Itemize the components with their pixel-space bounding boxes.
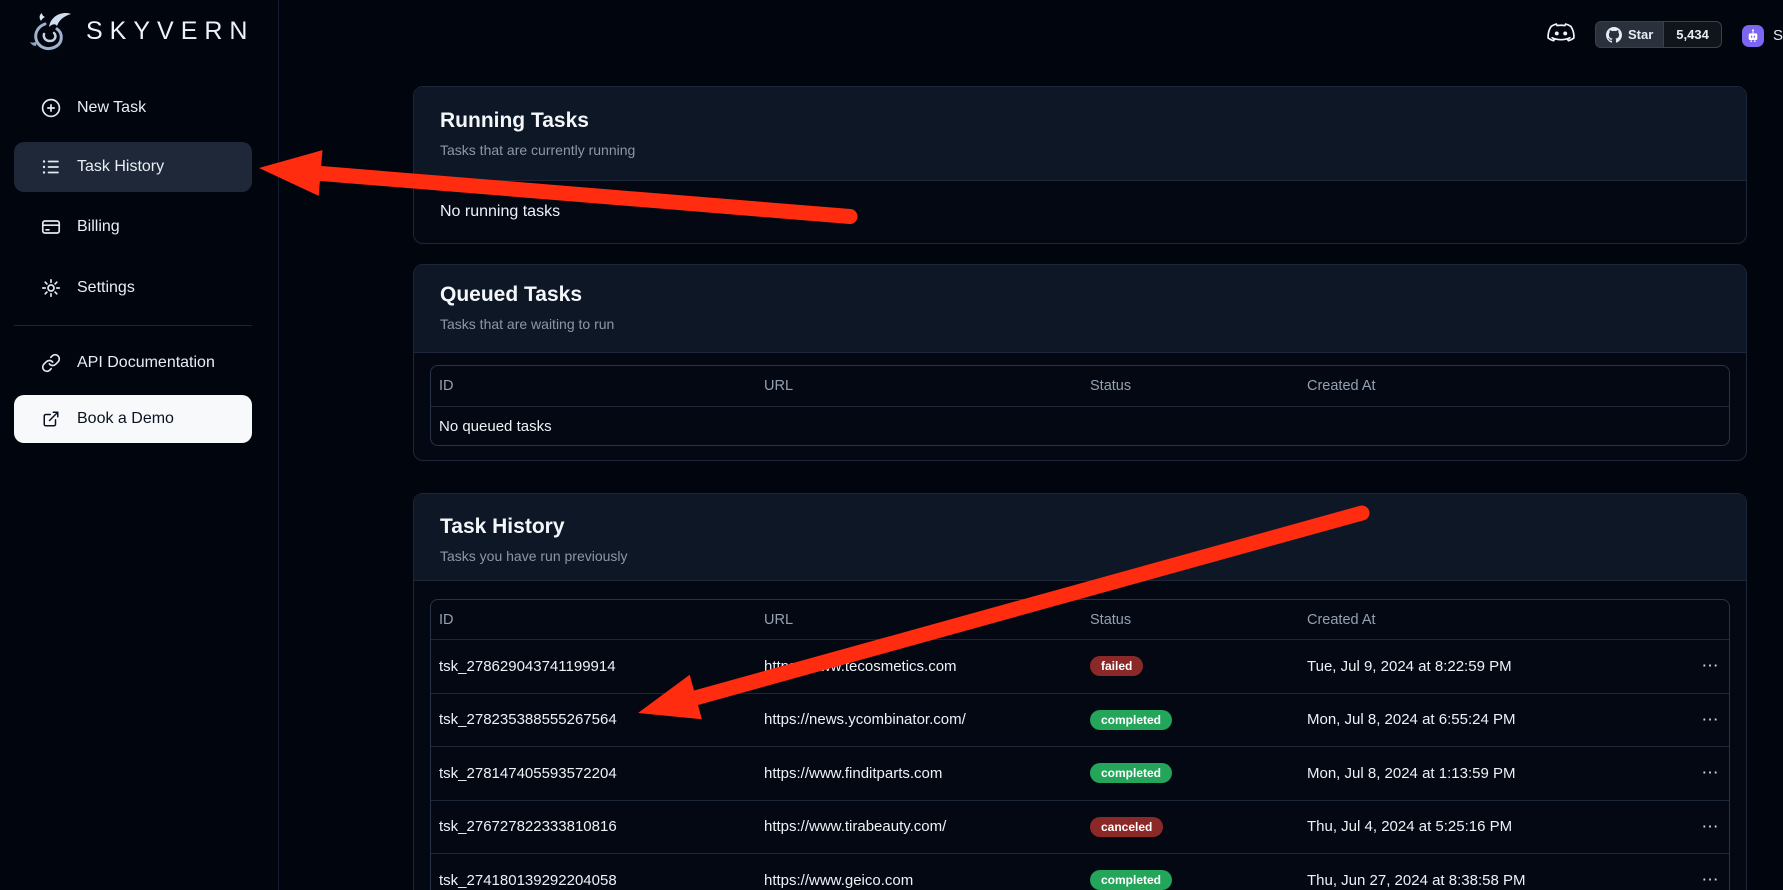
- column-header-url: URL: [764, 612, 1090, 628]
- card-title: Task History: [440, 515, 1720, 539]
- column-header-id: ID: [439, 612, 764, 628]
- running-tasks-header: Running Tasks Tasks that are currently r…: [414, 87, 1746, 181]
- gear-icon: [40, 277, 62, 299]
- sidebar-item-label: New Task: [77, 99, 146, 117]
- card-title: Queued Tasks: [440, 283, 1720, 307]
- book-demo-button[interactable]: Book a Demo: [14, 395, 252, 443]
- task-created-at: Thu, Jul 4, 2024 at 5:25:16 PM: [1307, 818, 1682, 835]
- card-description: Tasks you have run previously: [440, 548, 1720, 564]
- discord-icon: [1546, 20, 1576, 44]
- table-row[interactable]: tsk_276727822333810816 https://www.tirab…: [431, 800, 1729, 854]
- running-tasks-card: Running Tasks Tasks that are currently r…: [413, 86, 1747, 244]
- sidebar-item-label: Task History: [77, 158, 164, 176]
- brand-name: SKYVERN: [86, 17, 254, 46]
- list-icon: [40, 156, 62, 178]
- column-header-url: URL: [764, 378, 1090, 394]
- column-header-status: Status: [1090, 612, 1307, 628]
- sidebar-item-task-history[interactable]: Task History: [14, 142, 252, 192]
- task-id: tsk_276727822333810816: [439, 818, 764, 835]
- column-header-id: ID: [439, 378, 764, 394]
- task-id: tsk_278147405593572204: [439, 765, 764, 782]
- plus-circle-icon: [40, 97, 62, 119]
- user-name-label: Sk: [1773, 27, 1783, 44]
- column-header-status: Status: [1090, 378, 1307, 394]
- task-id: tsk_274180139292204058: [439, 872, 764, 889]
- sidebar-item-settings[interactable]: Settings: [14, 263, 252, 313]
- link-icon: [40, 352, 62, 374]
- empty-row: No queued tasks: [431, 406, 1729, 445]
- task-id: tsk_278629043741199914: [439, 658, 764, 675]
- status-badge: completed: [1090, 763, 1172, 783]
- task-history-table: ID URL Status Created At tsk_27862904374…: [430, 599, 1730, 890]
- column-header-created-at: Created At: [1307, 378, 1682, 394]
- table-header-row: ID URL Status Created At: [431, 600, 1729, 639]
- task-id: tsk_278235388555267564: [439, 711, 764, 728]
- sidebar-item-label: Billing: [77, 218, 120, 236]
- column-header-created-at: Created At: [1307, 612, 1682, 628]
- table-header-row: ID URL Status Created At: [431, 366, 1729, 406]
- task-url: https://www.tecosmetics.com: [764, 658, 1090, 675]
- sidebar: SKYVERN New Task Task History Billing: [0, 0, 279, 890]
- task-created-at: Thu, Jun 27, 2024 at 8:38:58 PM: [1307, 872, 1682, 889]
- task-url: https://www.geico.com: [764, 872, 1090, 889]
- table-row[interactable]: tsk_278147405593572204 https://www.findi…: [431, 746, 1729, 800]
- status-badge: completed: [1090, 870, 1172, 890]
- status-badge: completed: [1090, 710, 1172, 730]
- sidebar-item-billing[interactable]: Billing: [14, 202, 252, 252]
- queued-tasks-header: Queued Tasks Tasks that are waiting to r…: [414, 265, 1746, 353]
- github-star-button[interactable]: Star 5,434: [1595, 21, 1722, 48]
- row-actions-button[interactable]: ⋯: [1693, 653, 1729, 679]
- card-description: Tasks that are waiting to run: [440, 316, 1720, 332]
- running-tasks-empty: No running tasks: [414, 181, 1746, 243]
- task-history-card: Task History Tasks you have run previous…: [413, 493, 1747, 890]
- sidebar-item-new-task[interactable]: New Task: [14, 83, 252, 133]
- credit-card-icon: [40, 216, 62, 238]
- row-actions-button[interactable]: ⋯: [1693, 760, 1729, 786]
- sidebar-item-label: Settings: [77, 279, 135, 297]
- github-star-count: 5,434: [1664, 21, 1722, 48]
- queued-tasks-empty: No queued tasks: [439, 418, 1730, 435]
- discord-button[interactable]: [1543, 14, 1579, 50]
- task-created-at: Tue, Jul 9, 2024 at 8:22:59 PM: [1307, 658, 1682, 675]
- status-badge: failed: [1090, 656, 1143, 676]
- external-link-icon: [40, 408, 62, 430]
- queued-tasks-table: ID URL Status Created At No queued tasks: [430, 365, 1730, 446]
- row-actions-button[interactable]: ⋯: [1693, 814, 1729, 840]
- task-history-header: Task History Tasks you have run previous…: [414, 494, 1746, 581]
- task-url: https://www.finditparts.com: [764, 765, 1090, 782]
- sidebar-item-api-documentation[interactable]: API Documentation: [14, 338, 252, 388]
- queued-tasks-card: Queued Tasks Tasks that are waiting to r…: [413, 264, 1747, 461]
- sidebar-item-label: API Documentation: [77, 354, 215, 372]
- book-demo-label: Book a Demo: [77, 410, 174, 428]
- dragon-logo-icon: [26, 6, 76, 56]
- table-row[interactable]: tsk_278235388555267564 https://news.ycom…: [431, 693, 1729, 747]
- robot-icon: [1745, 28, 1761, 44]
- table-row[interactable]: tsk_278629043741199914 https://www.tecos…: [431, 639, 1729, 693]
- row-actions-button[interactable]: ⋯: [1693, 867, 1729, 890]
- table-row[interactable]: tsk_274180139292204058 https://www.geico…: [431, 853, 1729, 890]
- card-title: Running Tasks: [440, 109, 1720, 133]
- user-avatar[interactable]: [1742, 25, 1764, 47]
- brand-logo[interactable]: SKYVERN: [26, 6, 254, 56]
- sidebar-divider: [14, 325, 252, 326]
- task-url: https://news.ycombinator.com/: [764, 711, 1090, 728]
- github-star-label: Star: [1628, 27, 1653, 42]
- card-description: Tasks that are currently running: [440, 142, 1720, 158]
- task-created-at: Mon, Jul 8, 2024 at 1:13:59 PM: [1307, 765, 1682, 782]
- status-badge: canceled: [1090, 817, 1163, 837]
- github-icon: [1606, 27, 1622, 43]
- row-actions-button[interactable]: ⋯: [1693, 707, 1729, 733]
- task-created-at: Mon, Jul 8, 2024 at 6:55:24 PM: [1307, 711, 1682, 728]
- task-url: https://www.tirabeauty.com/: [764, 818, 1090, 835]
